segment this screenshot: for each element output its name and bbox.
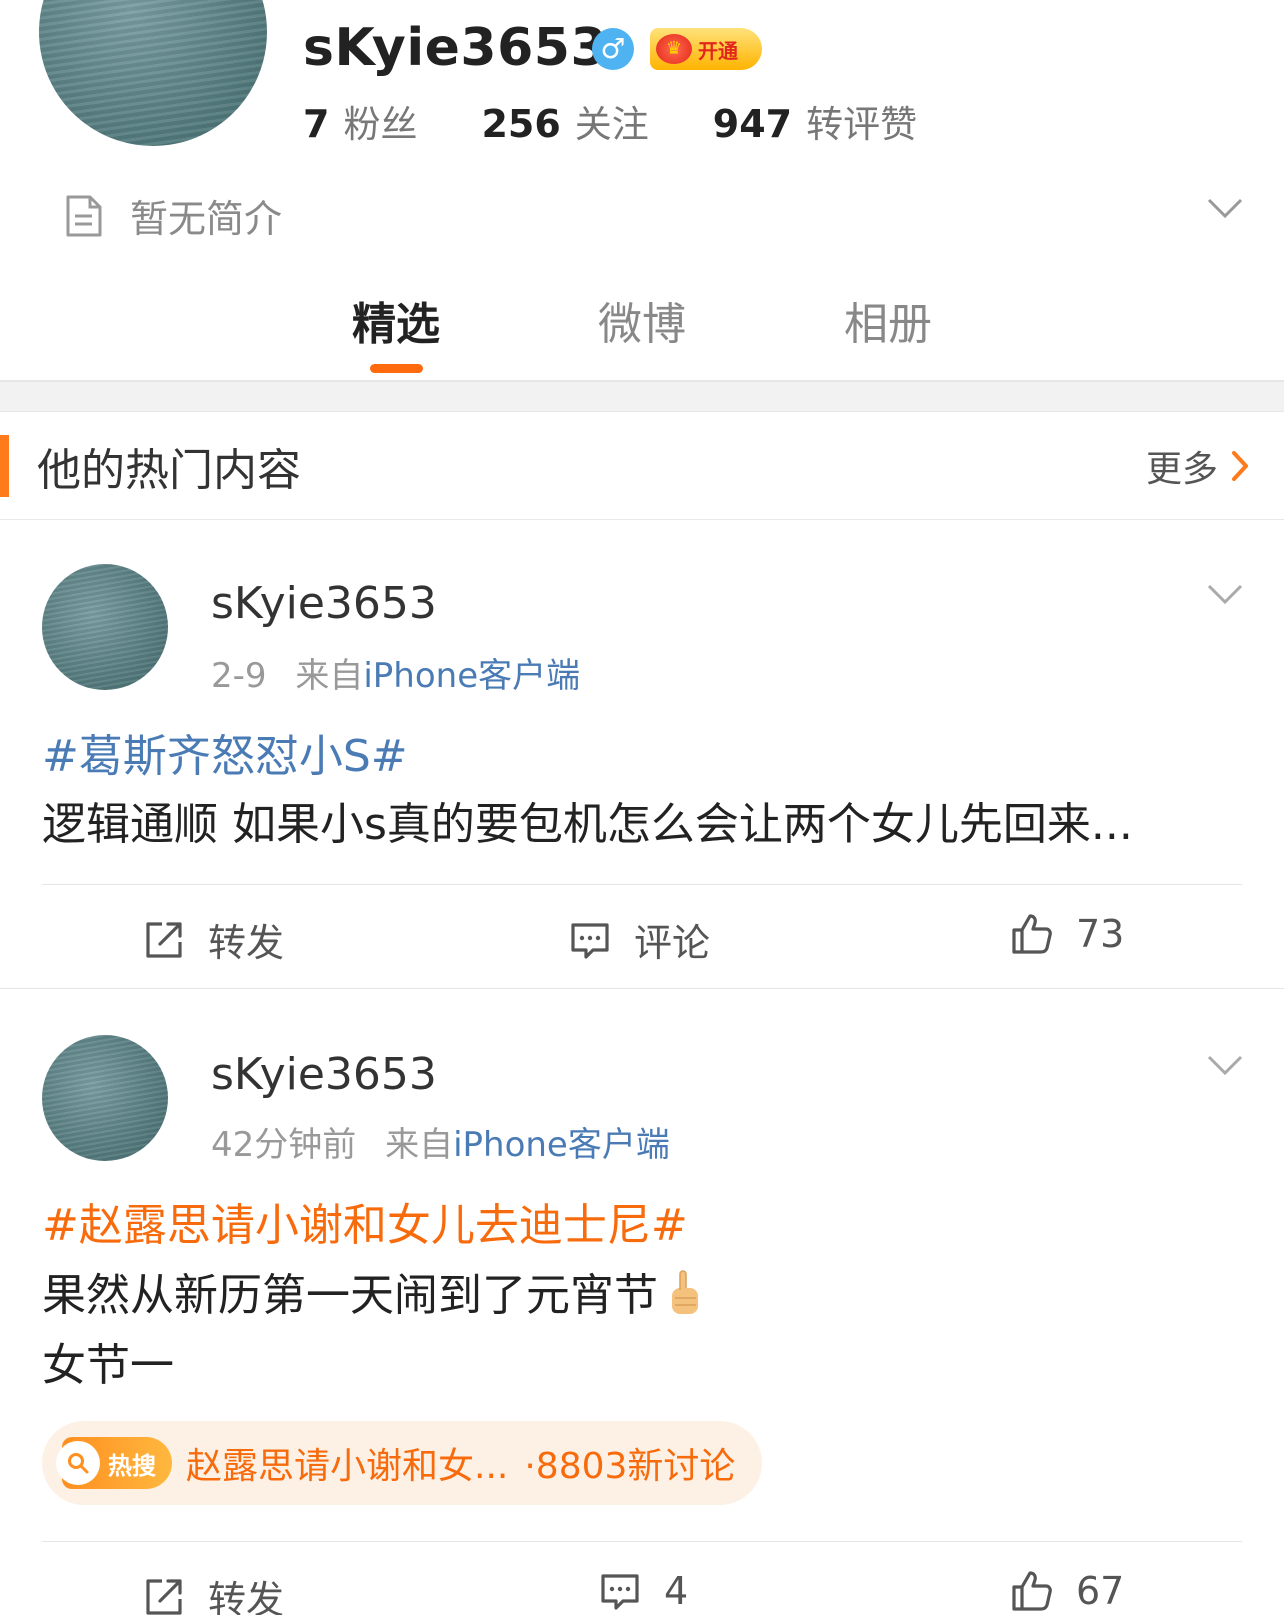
comment-icon (571, 922, 609, 959)
profile-username: sKyie3653 (303, 18, 608, 78)
hot-search-count: ·8803新讨论 (524, 1446, 736, 1487)
post-avatar[interactable] (42, 564, 168, 690)
post-source[interactable]: iPhone客户端 (363, 656, 580, 696)
stat-number: 7 (303, 102, 330, 146)
hot-search-card[interactable]: 热搜 赵露思请小谢和女... ·8803新讨论 (42, 1421, 762, 1505)
section-title: 他的热门内容 (37, 444, 301, 496)
post-action-bar: 转发 评论 73 (0, 886, 1284, 986)
repost-button[interactable]: 转发 (142, 912, 284, 967)
comment-button[interactable]: 评论 (568, 912, 710, 967)
comment-count: 4 (664, 1569, 689, 1613)
repost-button[interactable]: 转发 (142, 1569, 284, 1615)
like-button[interactable]: 73 (1010, 912, 1124, 956)
search-icon (56, 1441, 100, 1485)
post-source[interactable]: iPhone客户端 (453, 1125, 670, 1165)
post-author[interactable]: sKyie3653 (211, 578, 437, 629)
stat-following[interactable]: 256 关注 (481, 94, 648, 148)
repost-label: 转发 (208, 1578, 285, 1615)
chevron-down-icon[interactable] (1206, 1053, 1244, 1077)
male-gender-icon: ♂ (592, 28, 634, 70)
post-meta: 2-9 来自iPhone客户端 (211, 648, 580, 697)
crown-icon: ♛ (656, 34, 692, 64)
post-source-prefix: 来自 (385, 1125, 454, 1165)
post-topic[interactable]: #赵露思请小谢和女儿去迪士尼# (42, 1189, 688, 1253)
post-text-line: 果然从新历第一天闹到了元宵节 (42, 1259, 702, 1323)
post-avatar[interactable] (42, 1035, 168, 1161)
hot-search-title: 赵露思请小谢和女... (186, 1446, 509, 1487)
stat-number: 256 (481, 102, 561, 146)
tab-album[interactable]: 相册 (844, 288, 932, 352)
thumbs-up-icon (1012, 1571, 1052, 1611)
stat-interactions[interactable]: 947 转评赞 (713, 94, 917, 148)
like-count: 73 (1076, 912, 1125, 956)
thumbs-up-icon (1012, 914, 1052, 954)
post-card[interactable]: sKyie3653 42分钟前 来自iPhone客户端 #赵露思请小谢和女儿去迪… (0, 989, 1284, 1615)
share-icon (146, 1578, 182, 1615)
like-count: 67 (1076, 1569, 1125, 1613)
bio-text: 暂无简介 (130, 197, 283, 241)
post-text: 女节一 (42, 1340, 174, 1391)
active-tab-indicator (370, 364, 423, 373)
stat-label: 关注 (574, 103, 649, 146)
stat-followers[interactable]: 7 粉丝 (303, 94, 417, 148)
divider (42, 884, 1242, 885)
divider (0, 380, 1284, 382)
post-card[interactable]: sKyie3653 2-9 来自iPhone客户端 #葛斯齐怒怼小S# 逻辑通顺… (0, 520, 1284, 989)
post-text: 逻辑通顺 如果小s真的要包机怎么会让两个女儿先回来... (42, 799, 1133, 850)
hot-search-tag-label: 热搜 (108, 1451, 156, 1480)
vip-open-button[interactable]: ♛ 开通 (650, 28, 762, 70)
post-meta: 42分钟前 来自iPhone客户端 (211, 1117, 670, 1166)
more-link[interactable]: 更多 (1146, 412, 1250, 520)
post-action-bar: 转发 4 67 (0, 1543, 1284, 1615)
thumbs-up-emoji-icon (672, 1270, 698, 1314)
profile-stats: 7 粉丝 256 关注 947 转评赞 (303, 94, 981, 148)
section-accent-bar (0, 435, 9, 497)
post-time: 2-9 (211, 656, 267, 696)
chevron-down-icon[interactable] (1206, 196, 1244, 220)
vip-open-label: 开通 (698, 38, 738, 63)
chevron-right-icon (1232, 451, 1248, 481)
post-source-prefix: 来自 (295, 656, 364, 696)
post-author[interactable]: sKyie3653 (211, 1049, 437, 1100)
comment-icon (601, 1574, 639, 1610)
bio-row[interactable]: 暂无简介 (64, 188, 282, 243)
more-label: 更多 (1145, 449, 1218, 490)
post-time: 42分钟前 (211, 1125, 357, 1165)
repost-label: 转发 (208, 921, 285, 965)
comment-label: 评论 (634, 921, 711, 965)
profile-avatar[interactable] (39, 0, 267, 146)
tab-featured[interactable]: 精选 (352, 288, 440, 352)
comment-button[interactable]: 4 (598, 1569, 688, 1613)
profile-header: sKyie3653 ♂ ♛ 开通 7 粉丝 256 关注 947 转评赞 暂无简… (0, 0, 1284, 382)
divider (42, 1541, 1242, 1542)
hot-search-tag: 热搜 (56, 1437, 172, 1489)
chevron-down-icon[interactable] (1206, 582, 1244, 606)
post-text: 果然从新历第一天闹到了元宵节 (42, 1270, 658, 1321)
stat-number: 947 (712, 102, 793, 146)
section-gap (0, 382, 1284, 412)
stat-label: 粉丝 (343, 103, 418, 146)
like-button[interactable]: 67 (1010, 1569, 1124, 1613)
document-icon (66, 195, 102, 236)
stat-label: 转评赞 (806, 103, 918, 146)
share-icon (146, 921, 182, 958)
tab-weibo[interactable]: 微博 (598, 288, 686, 352)
post-topic[interactable]: #葛斯齐怒怼小S# (42, 720, 408, 784)
hot-content-header: 他的热门内容 更多 (0, 412, 1284, 520)
